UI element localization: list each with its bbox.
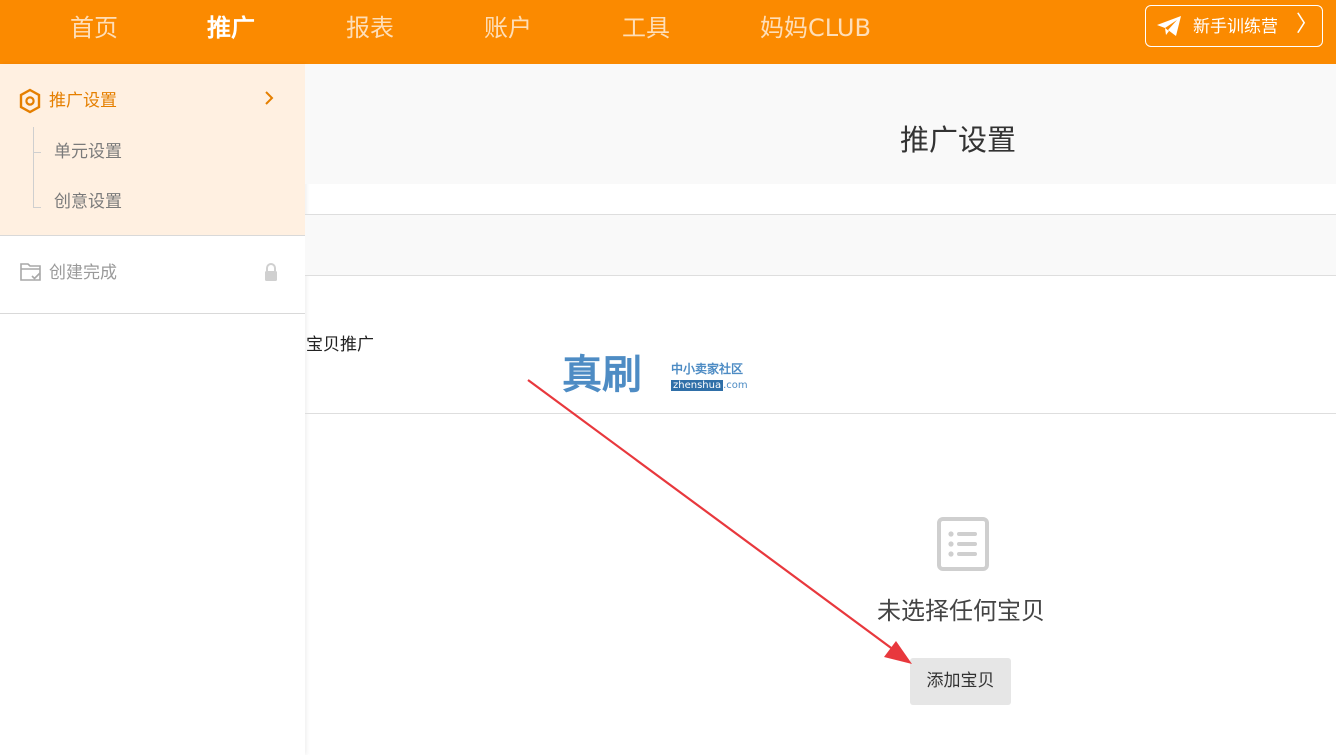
- tree-connector-line: [33, 127, 34, 208]
- section-header-band: [305, 214, 1336, 276]
- sidebar-item-creative-settings[interactable]: 创意设置: [54, 191, 122, 213]
- sidebar-item-unit-settings[interactable]: 单元设置: [54, 141, 122, 163]
- list-document-icon: [937, 517, 989, 571]
- empty-state-message: 未选择任何宝贝: [877, 597, 1045, 625]
- watermark-logo-text: 真刷: [562, 351, 642, 398]
- chevron-right-icon: [265, 91, 274, 105]
- page-title: 推广设置: [900, 123, 1017, 157]
- sidebar: 推广设置 单元设置 创意设置 创建完成: [0, 64, 305, 755]
- nav-home[interactable]: 首页: [70, 0, 118, 56]
- page-header-band: [305, 64, 1336, 184]
- chevron-right-icon: 〉: [1296, 12, 1319, 37]
- sidebar-item-creation-complete: 创建完成: [0, 236, 305, 314]
- paper-plane-icon: [1157, 16, 1181, 36]
- promotion-type-label: 宝贝推广: [306, 335, 374, 355]
- sidebar-item-label: 推广设置: [49, 91, 117, 111]
- lock-icon: [265, 263, 277, 281]
- tree-connector-tick: [33, 207, 41, 208]
- nav-promotion[interactable]: 推广: [207, 0, 255, 56]
- beginner-training-button[interactable]: 新手训练营 〉: [1145, 5, 1323, 47]
- nav-tools[interactable]: 工具: [622, 0, 670, 56]
- folder-check-icon: [20, 263, 41, 281]
- hexagon-icon: [19, 88, 41, 114]
- add-item-button[interactable]: 添加宝贝: [910, 658, 1011, 705]
- tree-connector-tick: [33, 152, 41, 153]
- top-nav-bar: 首页 推广 报表 账户 工具 妈妈CLUB 新手训练营 〉: [0, 0, 1336, 64]
- nav-account[interactable]: 账户: [484, 0, 532, 56]
- sidebar-item-label: 创建完成: [49, 263, 117, 283]
- watermark-url-tld: .com: [723, 380, 748, 391]
- nav-reports[interactable]: 报表: [346, 0, 394, 56]
- nav-mama-club[interactable]: 妈妈CLUB: [760, 0, 871, 56]
- watermark-url-domain: zhenshua: [671, 380, 724, 391]
- sidebar-item-promotion-settings[interactable]: 推广设置: [0, 84, 305, 118]
- section-divider: [305, 413, 1336, 414]
- sidebar-group-promotion-settings: 推广设置 单元设置 创意设置: [0, 64, 305, 236]
- watermark-subtitle: 中小卖家社区: [671, 362, 744, 376]
- watermark-url: zhenshua .com: [671, 379, 748, 392]
- beginner-training-label: 新手训练营: [1193, 17, 1278, 37]
